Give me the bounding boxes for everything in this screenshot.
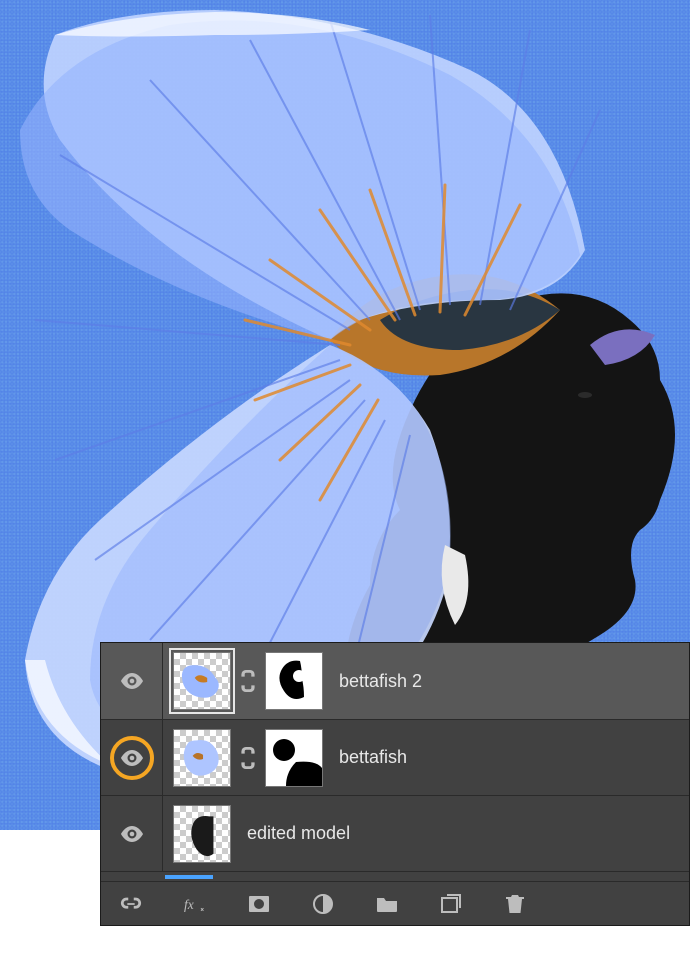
link-icon[interactable] [237,670,259,692]
eye-icon [120,673,144,689]
visibility-toggle[interactable] [101,643,163,719]
size-indicator [165,875,213,879]
layer-row[interactable]: bettafish 2 [101,643,689,719]
link-layers-icon[interactable] [119,894,143,914]
adjustment-layer-icon[interactable] [311,894,335,914]
layer-thumbnail[interactable] [173,652,231,710]
layers-panel: bettafish 2 bettafish [100,642,690,926]
layer-name[interactable]: bettafish [339,747,407,768]
layer-row[interactable]: edited model [101,795,689,871]
fx-icon[interactable]: fx [183,894,207,914]
visibility-toggle[interactable] [101,720,163,795]
layer-thumbnail[interactable] [173,729,231,787]
add-mask-icon[interactable] [247,894,271,914]
trash-icon[interactable] [503,894,527,914]
layer-thumbnail[interactable] [173,805,231,863]
layers-footer: fx [101,881,689,925]
layer-mask-thumbnail[interactable] [265,652,323,710]
layer-name[interactable]: bettafish 2 [339,671,422,692]
thumbnail-size-strip[interactable] [101,871,689,881]
svg-text:fx: fx [184,897,194,912]
layer-mask-thumbnail[interactable] [265,729,323,787]
layer-name[interactable]: edited model [247,823,350,844]
visibility-toggle[interactable] [101,796,163,871]
link-icon[interactable] [237,747,259,769]
group-icon[interactable] [375,894,399,914]
new-layer-icon[interactable] [439,894,463,914]
highlight-ring-icon [110,736,154,780]
layer-row[interactable]: bettafish [101,719,689,795]
eye-icon [120,826,144,842]
